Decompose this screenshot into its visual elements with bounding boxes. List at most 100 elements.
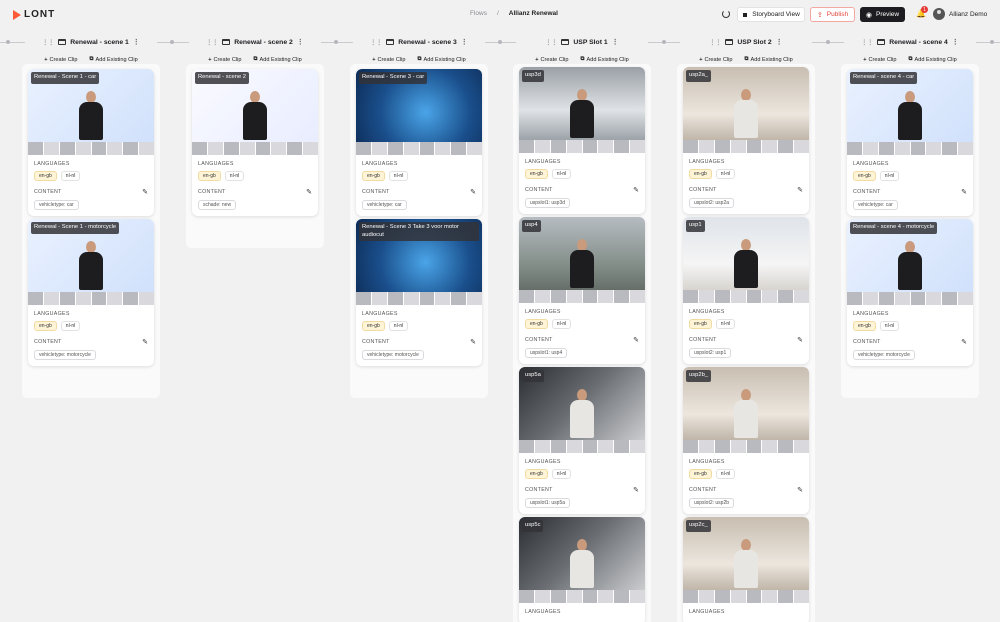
frame-thumbnail[interactable] [683, 290, 698, 303]
column-header[interactable]: ⋮⋮ Renewal - scene 1 ⋮ [25, 36, 157, 48]
clip-thumbnail[interactable]: Renewal - scene 4 - car [847, 69, 973, 155]
clip-thumbnail[interactable]: Renewal - scene 2 [192, 69, 318, 155]
storyboard-view-button[interactable]: Storyboard View [737, 7, 805, 22]
frame-thumbnail[interactable] [519, 140, 534, 153]
frame-thumbnail[interactable] [435, 292, 451, 305]
create-clip-button[interactable]: + Create Clip [44, 56, 77, 63]
user-name[interactable]: Allianz Demo [949, 11, 987, 18]
more-options-icon[interactable]: ⋮ [776, 38, 783, 46]
content-tag[interactable]: uspslot2: usp2b [689, 498, 735, 508]
clip-thumbnail[interactable]: usp5a [519, 367, 645, 453]
frame-thumbnail[interactable] [303, 142, 318, 155]
frame-thumbnail[interactable] [387, 142, 403, 155]
pencil-icon[interactable]: ✎ [961, 338, 967, 346]
create-clip-button[interactable]: + Create Clip [535, 56, 568, 63]
drag-handle-icon[interactable]: ⋮⋮ [709, 39, 721, 46]
frame-thumbnail[interactable] [683, 140, 698, 153]
frame-thumbnail[interactable] [28, 292, 43, 305]
frame-thumbnail[interactable] [550, 440, 566, 453]
clip-card[interactable]: Renewal - Scene 1 - motorcycle LANGUAGES e… [28, 219, 154, 366]
pencil-icon[interactable]: ✎ [142, 188, 148, 196]
frame-thumbnail[interactable] [598, 590, 614, 603]
frame-thumbnail[interactable] [139, 142, 154, 155]
pencil-icon[interactable]: ✎ [797, 486, 803, 494]
frame-thumbnail[interactable] [878, 292, 894, 305]
language-chip[interactable]: nl-nl [879, 171, 900, 181]
frame-thumbnail[interactable] [794, 590, 809, 603]
frame-thumbnail[interactable] [371, 292, 387, 305]
frame-thumbnail[interactable] [746, 440, 762, 453]
frame-thumbnail[interactable] [730, 140, 746, 153]
frame-thumbnail[interactable] [942, 292, 958, 305]
language-chip[interactable]: nl-nl [224, 171, 245, 181]
frame-thumbnail[interactable] [43, 142, 59, 155]
frame-thumbnail[interactable] [730, 590, 746, 603]
frame-thumbnail[interactable] [139, 292, 154, 305]
frame-thumbnail[interactable] [519, 290, 534, 303]
frame-thumbnail[interactable] [239, 142, 255, 155]
frame-thumbnail[interactable] [598, 140, 614, 153]
frame-thumbnail[interactable] [550, 590, 566, 603]
language-chip[interactable]: en-gb [362, 171, 385, 181]
language-chip[interactable]: en-gb [34, 321, 57, 331]
clip-thumbnail[interactable]: usp1 [683, 217, 809, 303]
pencil-icon[interactable]: ✎ [797, 186, 803, 194]
clip-card[interactable]: usp2b_ LANGUAGES en-gb nl-nl CONTENT ✎ uspslot… [683, 367, 809, 514]
create-clip-button[interactable]: + Create Clip [863, 56, 896, 63]
clip-card[interactable]: usp5a LANGUAGES en-gb nl-nl CONTENT ✎ uspslot1… [519, 367, 645, 514]
frame-thumbnail[interactable] [43, 292, 59, 305]
drag-handle-icon[interactable]: ⋮⋮ [42, 39, 54, 46]
frame-thumbnail[interactable] [435, 142, 451, 155]
pencil-icon[interactable]: ✎ [633, 486, 639, 494]
frame-thumbnail[interactable] [582, 290, 598, 303]
clip-card[interactable]: Renewal - scene 4 - motorcycle LANGUAGES e… [847, 219, 973, 366]
frame-thumbnail[interactable] [566, 140, 582, 153]
frame-thumbnail[interactable] [878, 142, 894, 155]
frame-thumbnail[interactable] [762, 590, 778, 603]
language-chip[interactable]: en-gb [34, 171, 57, 181]
frame-thumbnail[interactable] [847, 142, 862, 155]
language-chip[interactable]: nl-nl [388, 321, 409, 331]
pencil-icon[interactable]: ✎ [470, 338, 476, 346]
frame-thumbnail[interactable] [271, 142, 287, 155]
refresh-icon[interactable] [722, 10, 730, 18]
avatar[interactable] [933, 8, 945, 20]
create-clip-button[interactable]: + Create Clip [372, 56, 405, 63]
drag-handle-icon[interactable]: ⋮⋮ [370, 39, 382, 46]
create-clip-button[interactable]: + Create Clip [208, 56, 241, 63]
frame-thumbnail[interactable] [550, 290, 566, 303]
column-header[interactable]: ⋮⋮ Renewal - scene 2 ⋮ [189, 36, 321, 48]
frame-thumbnail[interactable] [28, 142, 43, 155]
frame-thumbnail[interactable] [746, 140, 762, 153]
frame-thumbnail[interactable] [778, 290, 794, 303]
add-existing-clip-button[interactable]: ⧉ Add Existing Clip [580, 56, 628, 63]
frame-thumbnail[interactable] [91, 292, 107, 305]
content-tag[interactable]: schade: new [198, 200, 237, 210]
frame-thumbnail[interactable] [107, 292, 123, 305]
frame-thumbnail[interactable] [356, 142, 371, 155]
clip-thumbnail[interactable]: Renewal - Scene 1 - motorcycle [28, 219, 154, 305]
language-chip[interactable]: nl-nl [715, 319, 736, 329]
frame-thumbnail[interactable] [534, 290, 550, 303]
clip-card[interactable]: Renewal - Scene 3 - car LANGUAGES en-gb nl-… [356, 69, 482, 216]
frame-thumbnail[interactable] [467, 292, 482, 305]
frame-thumbnail[interactable] [862, 142, 878, 155]
frame-thumbnail[interactable] [123, 292, 139, 305]
content-tag[interactable]: uspslot1: usp4 [525, 348, 568, 358]
frame-thumbnail[interactable] [566, 440, 582, 453]
frame-thumbnail[interactable] [582, 590, 598, 603]
drag-handle-icon[interactable]: ⋮⋮ [206, 39, 218, 46]
frame-thumbnail[interactable] [958, 142, 973, 155]
add-existing-clip-button[interactable]: ⧉ Add Existing Clip [253, 56, 301, 63]
clip-thumbnail[interactable]: Renewal - Scene 3 Take 3 voor motor audi… [356, 219, 482, 305]
frame-thumbnail[interactable] [223, 142, 239, 155]
add-existing-clip-button[interactable]: ⧉ Add Existing Clip [908, 56, 956, 63]
app-logo[interactable]: LONT [13, 9, 55, 20]
frame-thumbnail[interactable] [59, 292, 75, 305]
frame-thumbnail[interactable] [762, 140, 778, 153]
content-tag[interactable]: vehicletype: motorcycle [853, 350, 915, 360]
column-header[interactable]: ⋮⋮ Renewal - scene 4 ⋮ [844, 36, 976, 48]
frame-thumbnail[interactable] [698, 590, 714, 603]
frame-thumbnail[interactable] [614, 590, 630, 603]
frame-thumbnail[interactable] [862, 292, 878, 305]
